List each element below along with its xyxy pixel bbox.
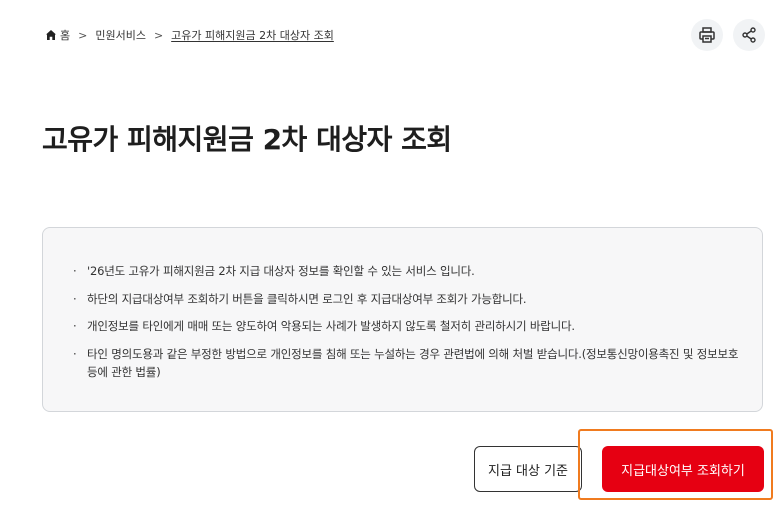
list-item: · 하단의 지급대상여부 조회하기 버튼을 클릭하시면 로그인 후 지급대상여부 … bbox=[73, 291, 527, 306]
print-button[interactable] bbox=[691, 19, 723, 51]
breadcrumb-current[interactable]: 고유가 피해지원금 2차 대상자 조회 bbox=[171, 27, 334, 43]
home-icon bbox=[46, 30, 56, 40]
chevron-right-icon: > bbox=[78, 28, 88, 42]
share-button[interactable] bbox=[733, 19, 765, 51]
breadcrumb-home[interactable]: 홈 bbox=[45, 27, 70, 43]
apply-button[interactable]: 지급대상여부 조회하기 bbox=[602, 446, 764, 492]
breadcrumb-home-label: 홈 bbox=[60, 29, 71, 42]
share-icon bbox=[742, 27, 756, 43]
notice-box: · '26년도 고유가 피해지원금 2차 지급 대상자 정보를 확인할 수 있는 … bbox=[42, 227, 763, 412]
criteria-button[interactable]: 지급 대상 기준 bbox=[474, 446, 582, 492]
page-title: 고유가 피해지원금 2차 대상자 조회 bbox=[42, 123, 452, 156]
chevron-right-icon: > bbox=[153, 28, 164, 42]
breadcrumb: 홈 > 민원서비스 > 고유가 피해지원금 2차 대상자 조회 bbox=[45, 26, 334, 44]
breadcrumb-section[interactable]: 민원서비스 bbox=[95, 27, 146, 43]
print-icon bbox=[699, 27, 715, 43]
list-item: · 타인 명의도용과 같은 부정한 방법으로 개인정보를 침해 또는 누설하는 경… bbox=[73, 346, 739, 379]
notice-list: · '26년도 고유가 피해지원금 2차 지급 대상자 정보를 확인할 수 있는 … bbox=[73, 262, 742, 390]
list-item: · '26년도 고유가 피해지원금 2차 지급 대상자 정보를 확인할 수 있는 … bbox=[73, 264, 475, 278]
list-item: · 개인정보를 타인에게 매매 또는 양도하여 악용되는 사례가 발생하지 않도록… bbox=[73, 319, 575, 333]
